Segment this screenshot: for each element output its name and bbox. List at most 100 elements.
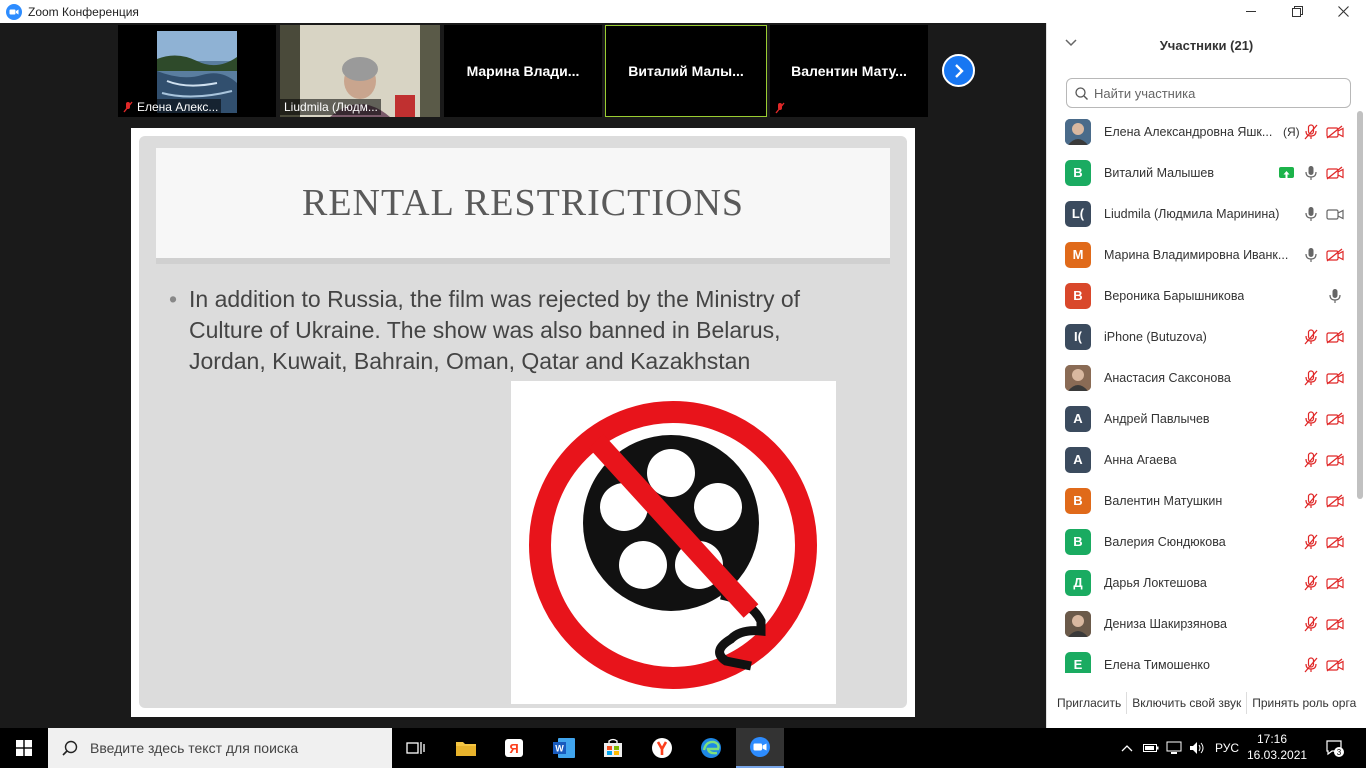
invite-button[interactable]: Пригласить [1052, 692, 1126, 714]
avatar-initials: В [1073, 534, 1083, 549]
yandex-icon [652, 738, 672, 758]
camera-off-icon [1326, 493, 1344, 508]
participant-name: iPhone (Butuzova) [1104, 329, 1207, 344]
network-icon [1166, 741, 1182, 754]
video-tile[interactable]: Елена Алекс... [118, 25, 276, 117]
maximize-button[interactable] [1274, 0, 1320, 23]
yandex-browser-button[interactable]: Я [490, 728, 538, 768]
tile-name: Марина Влади... [466, 63, 580, 79]
scrollbar-thumb[interactable] [1357, 111, 1363, 499]
participant-row[interactable]: Елена Александровна Яшк... (Я) [1047, 111, 1355, 152]
edge-button[interactable] [687, 728, 735, 768]
participants-count-title: Участники (21) [1159, 37, 1254, 53]
video-tile-active[interactable]: Виталий Малы... [605, 25, 767, 117]
volume-button[interactable] [1186, 728, 1208, 768]
participant-row[interactable]: Д Дарья Локтешова [1047, 562, 1355, 603]
participant-avatar [1065, 610, 1091, 637]
participant-list-scrollbar[interactable] [1356, 111, 1364, 661]
participant-name: Валентин Матушкин [1104, 493, 1223, 508]
participant-row[interactable]: В Валентин Матушкин [1047, 480, 1355, 521]
file-explorer-button[interactable] [442, 728, 490, 768]
store-button[interactable] [589, 728, 637, 768]
input-language-indicator[interactable]: РУС [1212, 728, 1242, 768]
tile-name: Валентин Мату... [791, 63, 907, 79]
tile-mute-indicator [770, 101, 789, 115]
close-window-button[interactable] [1320, 0, 1366, 23]
video-tile[interactable]: Liudmila (Людм... [280, 25, 440, 117]
participant-avatar: I( [1065, 323, 1091, 350]
unmute-self-button[interactable]: Включить свой звук [1127, 692, 1246, 714]
camera-off-icon [1326, 657, 1344, 672]
avatar-initials: В [1073, 493, 1083, 508]
microphone-icon [1304, 206, 1318, 222]
shared-screen: RENTAL RESTRICTIONS • In addition to Rus… [131, 128, 915, 717]
participant-row[interactable]: В Виталий Малышев [1047, 152, 1355, 193]
chevron-up-icon [1121, 745, 1133, 752]
avatar-initials: А [1073, 411, 1083, 426]
action-center-button[interactable]: 3 [1320, 728, 1350, 768]
folder-icon [456, 742, 476, 756]
participant-row[interactable]: I( iPhone (Butuzova) [1047, 316, 1355, 357]
participant-search-input[interactable] [1094, 85, 1334, 101]
participant-name: Виталий Малышев [1104, 165, 1214, 180]
participant-row[interactable]: Дениза Шакирзянова [1047, 603, 1355, 644]
participant-row[interactable]: А Андрей Павлычев [1047, 398, 1355, 439]
participant-avatar: А [1065, 446, 1091, 473]
participant-name: Анастасия Саксонова [1104, 370, 1231, 385]
participant-name: Дениза Шакирзянова [1104, 616, 1227, 631]
participant-row[interactable]: Е Елена Тимошенко [1047, 644, 1355, 673]
participant-search-box[interactable] [1066, 78, 1351, 108]
participant-row[interactable]: В Вероника Барышникова [1047, 275, 1355, 316]
tile-name-label: Liudmila (Людм... [280, 99, 381, 115]
no-film-reel-icon [529, 401, 817, 689]
store-icon [604, 738, 622, 757]
minimize-button[interactable] [1228, 0, 1274, 23]
task-view-button[interactable] [392, 728, 440, 768]
camera-off-icon [1326, 329, 1344, 344]
participant-avatar [1065, 118, 1091, 145]
edge-icon [701, 738, 721, 758]
camera-off-icon [1326, 616, 1344, 631]
camera-off-icon [1326, 124, 1344, 139]
claim-host-button[interactable]: Принять роль орга [1247, 692, 1361, 714]
next-videos-button[interactable] [942, 54, 975, 87]
notification-icon: 3 [1326, 740, 1344, 757]
zoom-app-icon [6, 3, 22, 20]
battery-button[interactable] [1140, 728, 1162, 768]
participant-row[interactable]: Анастасия Саксонова [1047, 357, 1355, 398]
network-button[interactable] [1163, 728, 1185, 768]
taskbar-search-input[interactable] [90, 740, 380, 756]
slide-title-box: RENTAL RESTRICTIONS [156, 148, 890, 264]
slide-title: RENTAL RESTRICTIONS [301, 182, 745, 224]
participant-row[interactable]: В Валерия Сюндюкова [1047, 521, 1355, 562]
participant-name: Анна Агаева [1104, 452, 1177, 467]
participant-name: Марина Владимировна Иванк... [1104, 247, 1289, 262]
participant-avatar: В [1065, 159, 1091, 186]
participant-avatar: Д [1065, 569, 1091, 596]
chevron-down-icon[interactable] [1065, 39, 1077, 47]
video-tile[interactable]: Марина Влади... [444, 25, 602, 117]
show-hidden-icons-button[interactable] [1116, 728, 1138, 768]
participant-row[interactable]: L(Liudmila (Людмила Маринина) [1047, 193, 1355, 234]
taskbar-clock[interactable]: 17:16 16.03.2021 [1247, 731, 1307, 763]
camera-off-icon [1326, 575, 1344, 590]
meeting-area: Елена Алекс... Liudmila (Людм... Марина … [0, 23, 1046, 728]
word-button[interactable]: W [540, 728, 588, 768]
participant-avatar: В [1065, 487, 1091, 514]
mic-muted-icon [1304, 410, 1318, 427]
microphone-icon [1304, 165, 1318, 181]
camera-icon [1326, 207, 1344, 221]
video-tile[interactable]: Валентин Мату... [770, 25, 928, 117]
participant-row[interactable]: А Анна Агаева [1047, 439, 1355, 480]
yandex-button[interactable] [638, 728, 686, 768]
avatar-initials: В [1073, 288, 1083, 303]
zoom-taskbar-button[interactable] [736, 728, 784, 768]
avatar-initials: В [1073, 165, 1083, 180]
participant-name: Liudmila (Людмила Маринина) [1104, 206, 1280, 221]
search-icon [1075, 86, 1088, 100]
start-button[interactable] [0, 728, 48, 768]
taskbar-search-box[interactable] [48, 728, 392, 768]
close-icon [1337, 6, 1349, 17]
participant-row[interactable]: М Марина Владимировна Иванк... [1047, 234, 1355, 275]
microphone-icon [1328, 288, 1342, 304]
